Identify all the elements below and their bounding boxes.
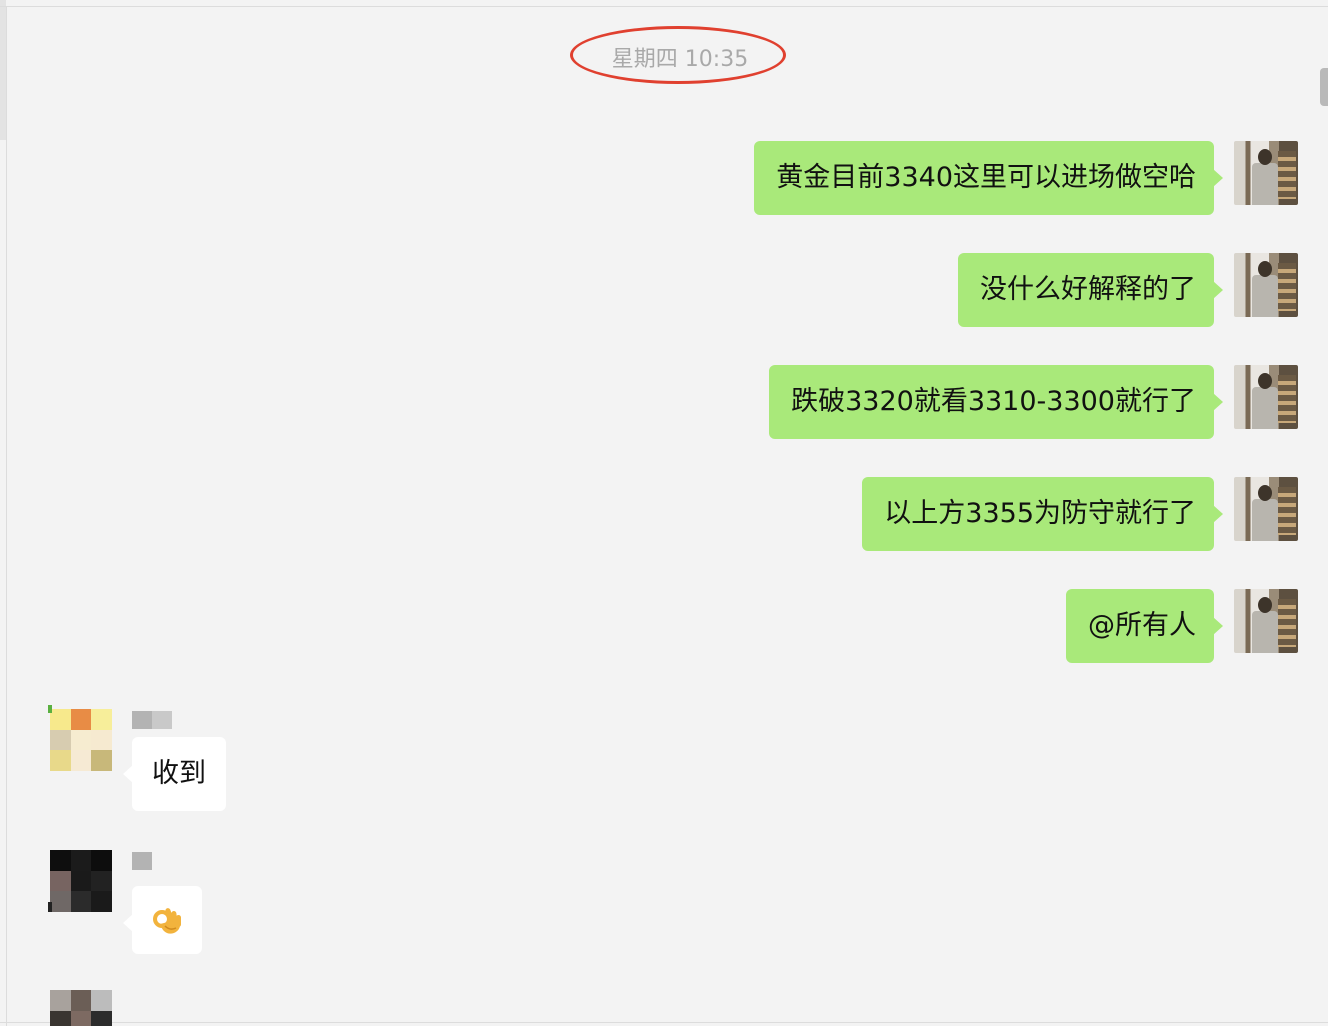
- sender-name-blurred: [132, 711, 172, 729]
- name-blur-block: [132, 852, 152, 870]
- avatar-pixel: [50, 990, 71, 1011]
- avatar-pixel: [91, 870, 112, 892]
- name-blur-block: [152, 711, 172, 729]
- outgoing-message-row: 跌破3320就看3310-3300就行了: [769, 365, 1298, 441]
- left-divider: [6, 6, 7, 1026]
- avatar-pixel: [50, 850, 71, 871]
- avatar-pixel: [70, 870, 92, 892]
- outgoing-message-bubble[interactable]: 以上方3355为防守就行了: [862, 477, 1223, 551]
- avatar[interactable]: [1234, 589, 1298, 653]
- avatar-corner-mark: [48, 902, 52, 912]
- outgoing-message-bubble[interactable]: @所有人: [1066, 589, 1223, 663]
- avatar[interactable]: [1234, 477, 1298, 541]
- scrollbar-thumb[interactable]: [1320, 68, 1328, 106]
- chat-window: 星期四 10:35 黄金目前3340这里可以进场做空哈 没什么好解释的了 跌破3…: [0, 0, 1328, 1026]
- avatar-pixel: [70, 891, 92, 912]
- avatar[interactable]: [50, 850, 112, 912]
- outgoing-message-row: 黄金目前3340这里可以进场做空哈: [754, 141, 1298, 217]
- avatar-pixel: [91, 1010, 112, 1026]
- name-blur-block: [132, 711, 152, 729]
- avatar-pixel: [91, 750, 112, 771]
- outgoing-message-bubble[interactable]: 没什么好解释的了: [958, 253, 1223, 327]
- top-divider: [0, 6, 1328, 7]
- avatar-pixel: [91, 990, 112, 1011]
- bottom-divider: [0, 1022, 1328, 1023]
- avatar-pixel: [70, 750, 92, 771]
- avatar-pixel: [50, 891, 71, 912]
- avatar[interactable]: [50, 990, 112, 1026]
- avatar-pixel: [91, 891, 112, 912]
- annotation-circle: [570, 26, 786, 84]
- avatar-pixel: [70, 709, 92, 730]
- avatar[interactable]: [1234, 365, 1298, 429]
- avatar-pixel: [50, 750, 71, 771]
- avatar-pixel: [70, 1010, 92, 1026]
- avatar-pixel: [91, 709, 112, 730]
- avatar-pixel: [70, 990, 92, 1011]
- ok-hand-icon: [153, 907, 181, 934]
- outgoing-message-row: 以上方3355为防守就行了: [862, 477, 1298, 553]
- avatar-pixel: [50, 1010, 71, 1026]
- avatar-corner-mark: [48, 705, 52, 713]
- incoming-message-bubble[interactable]: 收到: [123, 737, 226, 811]
- sender-name-blurred: [132, 852, 152, 870]
- incoming-message-bubble[interactable]: [123, 886, 202, 954]
- outgoing-message-bubble[interactable]: 黄金目前3340这里可以进场做空哈: [754, 141, 1223, 215]
- outgoing-message-row: @所有人: [1066, 589, 1298, 665]
- avatar-pixel: [50, 709, 71, 730]
- avatar-pixel: [50, 729, 71, 751]
- avatar-pixel: [91, 850, 112, 871]
- avatar[interactable]: [1234, 253, 1298, 317]
- avatar-pixel: [70, 729, 92, 751]
- avatar-pixel: [91, 729, 112, 751]
- avatar[interactable]: [50, 709, 112, 771]
- avatar-pixel: [70, 850, 92, 871]
- avatar-pixel: [50, 870, 71, 892]
- outgoing-message-bubble[interactable]: 跌破3320就看3310-3300就行了: [769, 365, 1223, 439]
- outgoing-message-row: 没什么好解释的了: [958, 253, 1298, 329]
- avatar[interactable]: [1234, 141, 1298, 205]
